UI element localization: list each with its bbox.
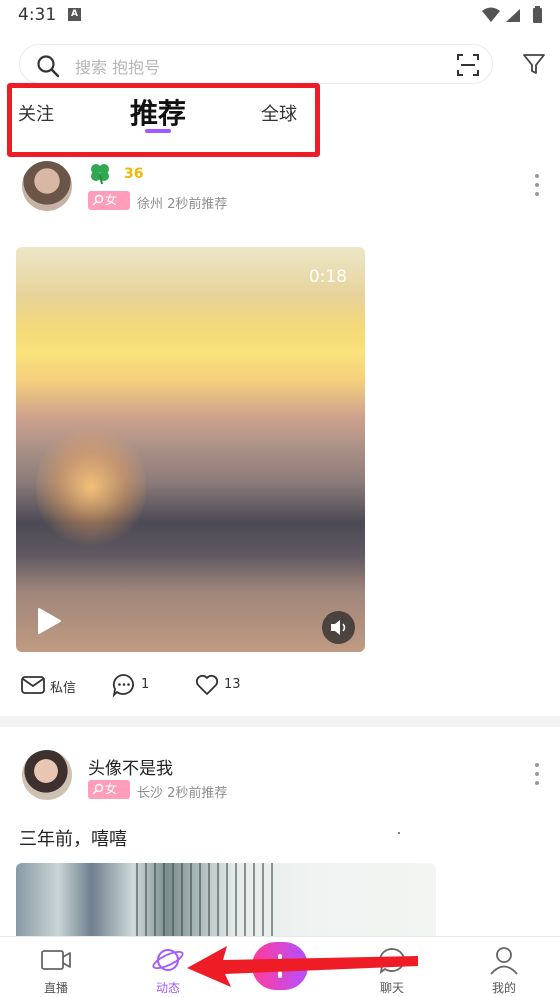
gender-badge: 女 — [88, 780, 130, 799]
status-bar: 4:31 A — [0, 0, 560, 32]
tab-follow[interactable]: 关注 — [18, 100, 54, 126]
search-placeholder: 搜索 抱抱号 — [75, 58, 161, 77]
more-icon[interactable] — [532, 762, 542, 786]
nav-live-label: 直播 — [43, 981, 68, 995]
nav-mine-label: 我的 — [491, 981, 516, 995]
post-divider — [0, 716, 560, 727]
search-input[interactable]: 搜索 抱抱号 — [19, 44, 493, 84]
message-button[interactable]: 私信 — [20, 672, 90, 698]
publish-button[interactable] — [252, 942, 308, 990]
like-count: 13 — [224, 677, 241, 692]
comment-icon — [112, 674, 134, 698]
post-meta: 长沙 2秒前推荐 — [137, 786, 228, 801]
nav-feed-label: 动态 — [155, 981, 180, 995]
message-label: 私信 — [50, 681, 77, 696]
gender-label: 女 — [105, 193, 118, 207]
planet-icon — [152, 949, 184, 971]
nav-feed[interactable]: 动态 — [128, 937, 208, 997]
avatar[interactable] — [22, 750, 72, 800]
active-tab-indicator — [145, 129, 171, 133]
clover-icon — [91, 164, 109, 185]
video-camera-icon — [41, 950, 71, 970]
post-text: 三年前，嘻嘻 — [19, 829, 127, 850]
stray-dot — [398, 832, 400, 834]
video-duration: 0:18 — [308, 267, 347, 287]
nav-mine[interactable]: 我的 — [464, 937, 544, 997]
filter-icon[interactable] — [522, 52, 546, 76]
photo-railings — [136, 863, 276, 943]
heart-icon — [195, 674, 219, 695]
post-meta: 徐州 2秒前推荐 — [137, 197, 228, 212]
comment-count: 1 — [141, 677, 150, 692]
gender-label: 女 — [105, 782, 118, 796]
notification-indicator: A — [68, 8, 81, 21]
female-icon — [92, 783, 104, 795]
person-icon — [490, 947, 518, 975]
status-time: 4:31 — [18, 5, 57, 25]
level-badge: 36 — [124, 166, 144, 182]
mail-icon — [21, 676, 45, 694]
search-icon — [37, 55, 60, 78]
post-photo[interactable] — [16, 863, 436, 943]
like-button[interactable]: 13 — [194, 672, 254, 698]
video-sun-glow — [36, 422, 146, 552]
more-icon[interactable] — [532, 173, 542, 197]
nav-live[interactable]: 直播 — [16, 937, 96, 997]
publish-icon — [278, 954, 282, 978]
female-icon — [92, 194, 104, 206]
gender-badge: 女 — [88, 191, 130, 210]
username[interactable]: 头像不是我 — [88, 754, 173, 779]
nav-chat-label: 聊天 — [379, 981, 404, 995]
tab-global[interactable]: 全球 — [261, 100, 297, 126]
scan-icon[interactable] — [456, 53, 480, 77]
sound-icon[interactable] — [322, 611, 355, 644]
tab-recommend[interactable]: 推荐 — [130, 92, 186, 132]
status-icons — [482, 6, 542, 23]
chat-bubble-icon — [379, 948, 405, 975]
avatar[interactable] — [22, 161, 72, 211]
nav-chat[interactable]: 聊天 — [352, 937, 432, 997]
play-icon[interactable] — [36, 607, 62, 635]
comment-button[interactable]: 1 — [111, 672, 161, 698]
post-video[interactable]: 0:18 — [16, 247, 365, 652]
